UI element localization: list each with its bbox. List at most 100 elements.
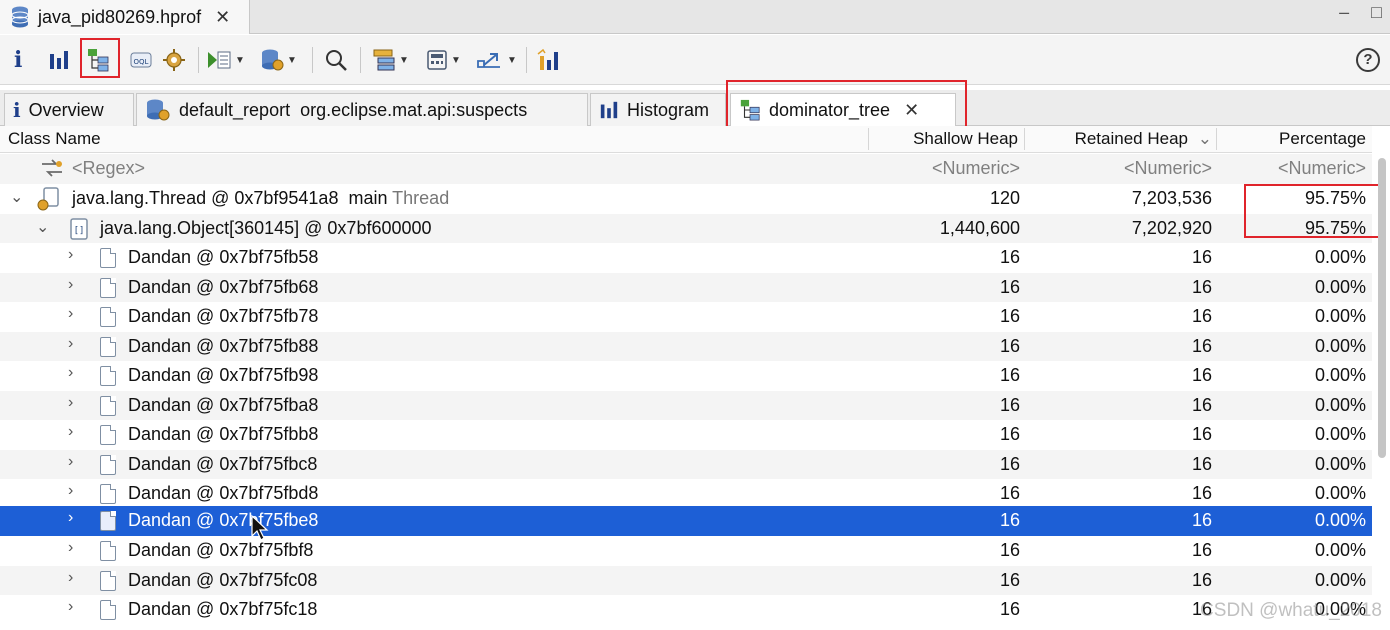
overview-icon[interactable]: i [14,45,22,75]
chevron-down-icon[interactable]: ▼ [399,55,409,66]
shallow-filter-input[interactable]: <Numeric> [932,158,1020,179]
report-icon [147,99,170,121]
maximize-icon[interactable]: □ [1371,2,1382,23]
chevron-down-icon[interactable]: ▼ [235,55,245,66]
retained-heap-cell: 7,202,920 [1131,217,1212,238]
table-row[interactable]: › Dandan @ 0x7bf75fbb8 16 16 0.00% [0,420,1372,450]
object-icon [100,484,116,504]
shallow-heap-cell: 16 [999,483,1020,503]
table-row[interactable]: › Dandan @ 0x7bf75fbd8 16 16 0.00% [0,479,1372,509]
chevron-right-icon[interactable]: › [68,394,73,412]
retained-heap-cell: 16 [1191,394,1212,415]
table-row[interactable]: › Dandan @ 0x7bf75fc08 16 16 0.00% [0,565,1372,595]
table-row-selected[interactable]: › Dandan @ 0x7bf75fbe8 16 16 0.00% [0,506,1372,536]
query-browser-icon[interactable] [162,45,186,75]
shallow-heap-cell: 16 [999,453,1020,474]
tab-label: Overview [28,99,104,120]
chevron-down-icon[interactable]: ▼ [287,55,297,66]
dominator-tree-icon[interactable] [86,45,110,75]
chevron-down-icon[interactable]: ▼ [507,55,517,66]
filter-row: <Regex> <Numeric> <Numeric> <Numeric> [0,154,1372,184]
svg-text:[]: [] [74,226,85,236]
tab-dominator-tree[interactable]: dominator_tree ✕ [730,93,956,126]
percentage-cell: 0.00% [1314,247,1366,267]
vertical-scrollbar[interactable] [1378,158,1386,458]
retained-heap-cell: 16 [1191,306,1212,326]
chevron-right-icon[interactable]: › [68,246,73,264]
window-controls: ‒ □ [1339,2,1382,23]
calculate-retained-icon[interactable]: ▼ [426,45,461,75]
watermark: CSDN @whatu_2018 [1200,600,1382,621]
chevron-right-icon[interactable]: › [68,569,73,587]
table-row[interactable]: › Dandan @ 0x7bf75fb98 16 16 0.00% [0,361,1372,391]
array-icon: [] [70,217,88,240]
compare-icon[interactable] [536,45,562,75]
histogram-icon[interactable] [48,45,70,75]
chevron-down-icon[interactable]: ⌄ [10,187,23,207]
help-icon[interactable]: ? [1356,45,1380,75]
shallow-heap-cell: 16 [999,599,1020,619]
chevron-right-icon[interactable]: › [68,482,73,500]
percentage-filter-input[interactable]: <Numeric> [1278,158,1366,179]
shallow-heap-cell: 16 [999,335,1020,356]
group-by-icon[interactable]: ▼ [372,45,409,75]
chevron-right-icon[interactable]: › [68,453,73,471]
close-icon[interactable]: ✕ [215,7,230,28]
chevron-right-icon[interactable]: › [68,539,73,557]
class-name-cell: Dandan @ 0x7bf75fc18 [128,599,318,619]
chevron-right-icon[interactable]: › [68,335,73,353]
svg-text:OQL: OQL [134,58,149,66]
table-row[interactable]: › Dandan @ 0x7bf75fb68 16 16 0.00% [0,272,1372,302]
column-percentage[interactable]: Percentage [1279,129,1366,149]
column-divider[interactable] [1216,128,1217,150]
chevron-right-icon[interactable]: › [68,305,73,323]
chevron-right-icon[interactable]: › [68,423,73,441]
column-class-name[interactable]: Class Name [8,129,101,149]
table-row[interactable]: › Dandan @ 0x7bf75fc18 16 16 0.00% [0,595,1372,625]
editor-tab-hprof[interactable]: java_pid80269.hprof ✕ [0,0,250,34]
table-row[interactable]: › Dandan @ 0x7bf75fbc8 16 16 0.00% [0,449,1372,479]
chevron-right-icon[interactable]: › [68,276,73,294]
sort-descending-icon[interactable]: ⌄ [1198,129,1212,149]
regex-filter-input[interactable]: <Regex> [72,158,145,179]
table-row[interactable]: ⌄ [] java.lang.Object[360145] @ 0x7bf600… [0,213,1372,243]
export-icon[interactable]: ▼ [476,45,517,75]
run-report-icon[interactable]: ▼ [206,45,245,75]
table-row[interactable]: › Dandan @ 0x7bf75fb88 16 16 0.00% [0,331,1372,361]
percentage-cell: 0.00% [1314,424,1366,444]
heap-dump-overview-icon[interactable]: ▼ [260,45,297,75]
shallow-heap-cell: 16 [999,247,1020,267]
table-row[interactable]: › Dandan @ 0x7bf75fba8 16 16 0.00% [0,390,1372,420]
table-row[interactable]: ⌄ java.lang.Thread @ 0x7bf9541a8 main Th… [0,184,1372,214]
retained-heap-cell: 16 [1191,483,1212,503]
column-divider[interactable] [1024,128,1025,150]
object-icon [100,541,116,561]
chevron-down-icon[interactable]: ▼ [451,55,461,66]
class-name-cell: Dandan @ 0x7bf75fb98 [128,365,319,385]
column-shallow-heap[interactable]: Shallow Heap [913,129,1018,149]
chevron-right-icon[interactable]: › [68,364,73,382]
tab-overview[interactable]: i Overview [4,93,134,126]
minimize-icon[interactable]: ‒ [1339,2,1349,23]
column-retained-heap[interactable]: Retained Heap [1075,129,1188,149]
table-row[interactable]: › Dandan @ 0x7bf75fb78 16 16 0.00% [0,302,1372,332]
chevron-right-icon[interactable]: › [68,509,73,527]
filter-icon [42,159,62,177]
search-icon[interactable] [324,45,348,75]
toolbar-separator [198,47,199,73]
table-row[interactable]: › Dandan @ 0x7bf75fb58 16 16 0.00% [0,243,1372,273]
object-icon [100,570,116,591]
column-divider[interactable] [868,128,869,150]
retained-filter-input[interactable]: <Numeric> [1124,158,1212,179]
percentage-cell: 0.00% [1314,453,1366,474]
tab-label: Histogram [627,99,710,120]
class-name-cell: java.lang.Object[360145] @ 0x7bf600000 [100,217,432,238]
table-row[interactable]: › Dandan @ 0x7bf75fbf8 16 16 0.00% [0,536,1372,566]
chevron-down-icon[interactable]: ⌄ [36,217,49,237]
chevron-right-icon[interactable]: › [68,598,73,616]
close-icon[interactable]: ✕ [904,100,919,121]
tab-histogram[interactable]: Histogram [590,93,726,126]
oql-icon[interactable]: OQL [130,45,152,75]
tab-default-report[interactable]: default_report org.eclipse.mat.api:suspe… [136,93,588,126]
class-name-cell: Dandan @ 0x7bf75fc08 [128,569,318,590]
